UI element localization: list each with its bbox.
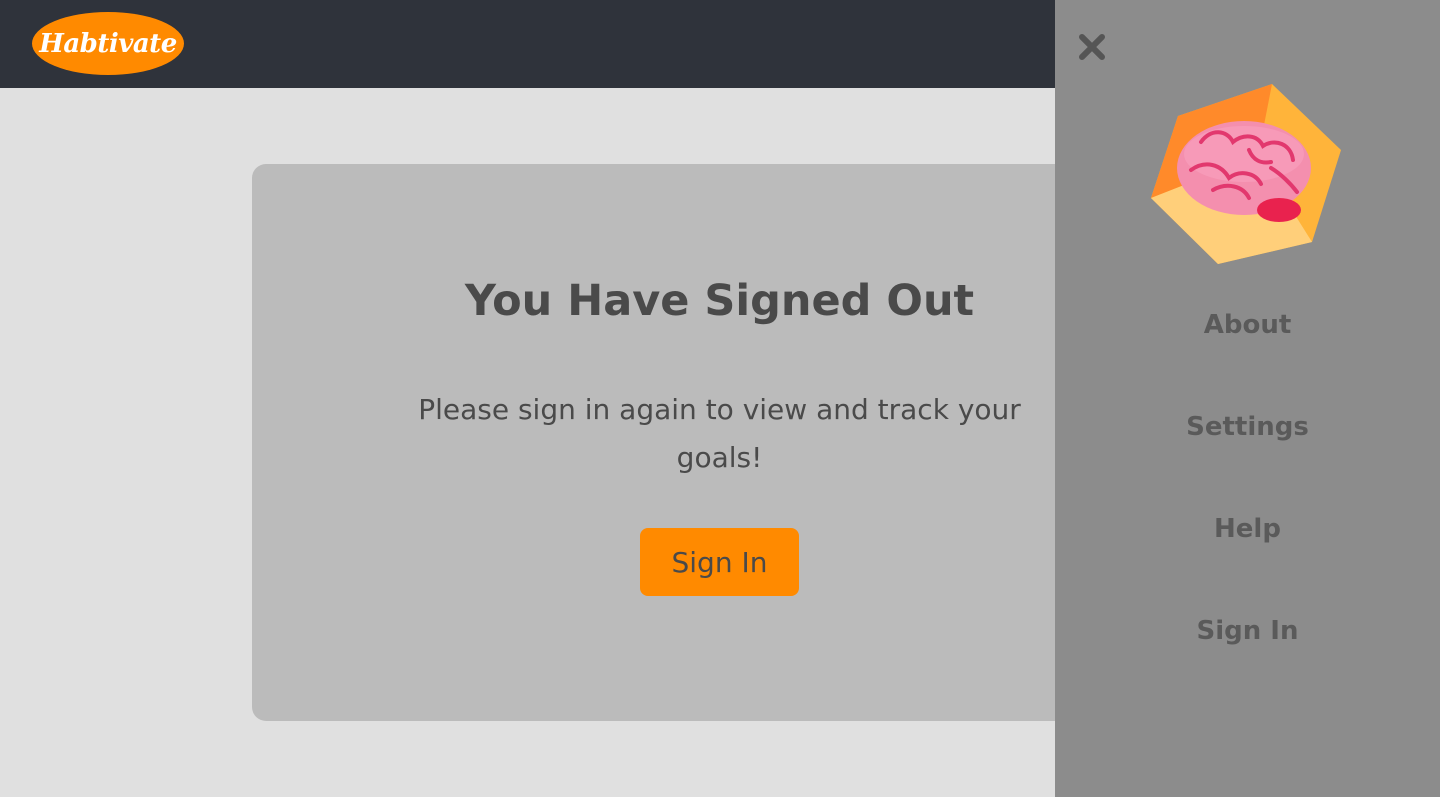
- drawer-item-sign-in[interactable]: Sign In: [1055, 606, 1440, 708]
- logo-text: Habtivate: [39, 28, 177, 59]
- page-title: You Have Signed Out: [464, 276, 975, 326]
- side-drawer: About Settings Help Sign In: [1055, 0, 1440, 797]
- brain-hexagon-icon: [1151, 80, 1341, 270]
- close-icon: [1079, 34, 1105, 60]
- habtivate-logo[interactable]: Habtivate: [32, 12, 184, 75]
- drawer-item-help[interactable]: Help: [1055, 504, 1440, 606]
- signed-out-card: You Have Signed Out Please sign in again…: [252, 164, 1187, 721]
- drawer-item-about[interactable]: About: [1055, 300, 1440, 402]
- drawer-menu: About Settings Help Sign In: [1055, 300, 1440, 708]
- signed-out-message: Please sign in again to view and track y…: [418, 393, 1021, 474]
- sign-in-button[interactable]: Sign In: [640, 528, 799, 596]
- drawer-item-settings[interactable]: Settings: [1055, 402, 1440, 504]
- close-drawer-button[interactable]: [1073, 28, 1111, 66]
